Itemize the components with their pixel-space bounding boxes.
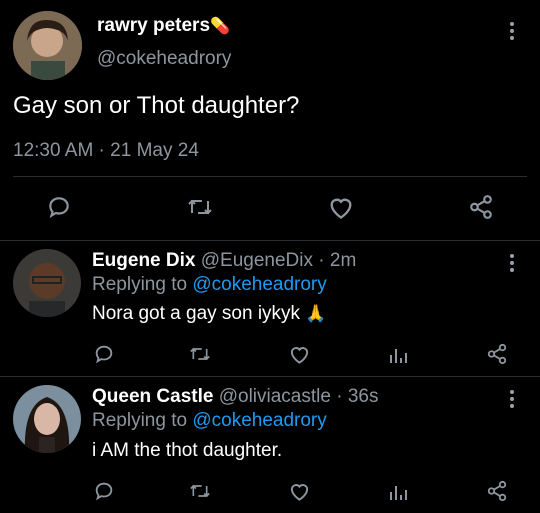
share-icon[interactable] [468,194,494,220]
praying-hands-emoji: 🙏 [305,304,327,323]
replying-to: Replying to @cokeheadrory [92,410,327,431]
author-name[interactable]: rawry peters💊 [97,15,230,37]
reply-time: · 36s [336,386,379,407]
reply-icon[interactable] [93,480,115,502]
reply-header: Eugene Dix @EugeneDix · 2m [92,250,356,272]
share-icon[interactable] [486,480,508,502]
author-handle[interactable]: @oliviacastle [219,386,331,407]
reply-text: Nora got a gay son iykyk 🙏 [92,303,327,324]
replying-to: Replying to @cokeheadrory [92,274,327,295]
author-handle[interactable]: @EugeneDix [201,250,313,271]
divider [13,176,527,177]
reply-icon[interactable] [46,194,72,220]
retweet-icon[interactable] [186,195,214,219]
more-icon[interactable] [510,20,516,43]
analytics-icon[interactable] [388,343,408,365]
like-icon[interactable] [288,480,311,502]
pill-emoji: 💊 [210,18,230,35]
retweet-icon[interactable] [188,481,212,501]
author-name[interactable]: Queen Castle [92,386,213,407]
reply-time: · 2m [318,250,357,271]
analytics-icon[interactable] [388,480,408,502]
author-name[interactable]: Eugene Dix [92,250,195,271]
divider [0,376,540,377]
reply-text: i AM the thot daughter. [92,440,283,461]
more-icon[interactable] [510,388,516,411]
replying-to-handle[interactable]: @cokeheadrory [192,274,326,295]
like-icon[interactable] [288,343,311,365]
like-icon[interactable] [327,194,355,220]
divider [0,240,540,241]
more-icon[interactable] [510,252,516,275]
avatar[interactable] [13,11,82,80]
tweet-text: Gay son or Thot daughter? [13,92,300,119]
share-icon[interactable] [486,343,508,365]
replying-to-handle[interactable]: @cokeheadrory [192,410,326,431]
avatar[interactable] [13,385,81,453]
author-handle[interactable]: @cokeheadrory [97,48,231,70]
reply-icon[interactable] [93,343,115,365]
avatar[interactable] [13,249,81,317]
retweet-icon[interactable] [188,344,212,364]
reply-header: Queen Castle @oliviacastle · 36s [92,386,378,408]
tweet-timestamp[interactable]: 12:30 AM · 21 May 24 [13,140,199,162]
